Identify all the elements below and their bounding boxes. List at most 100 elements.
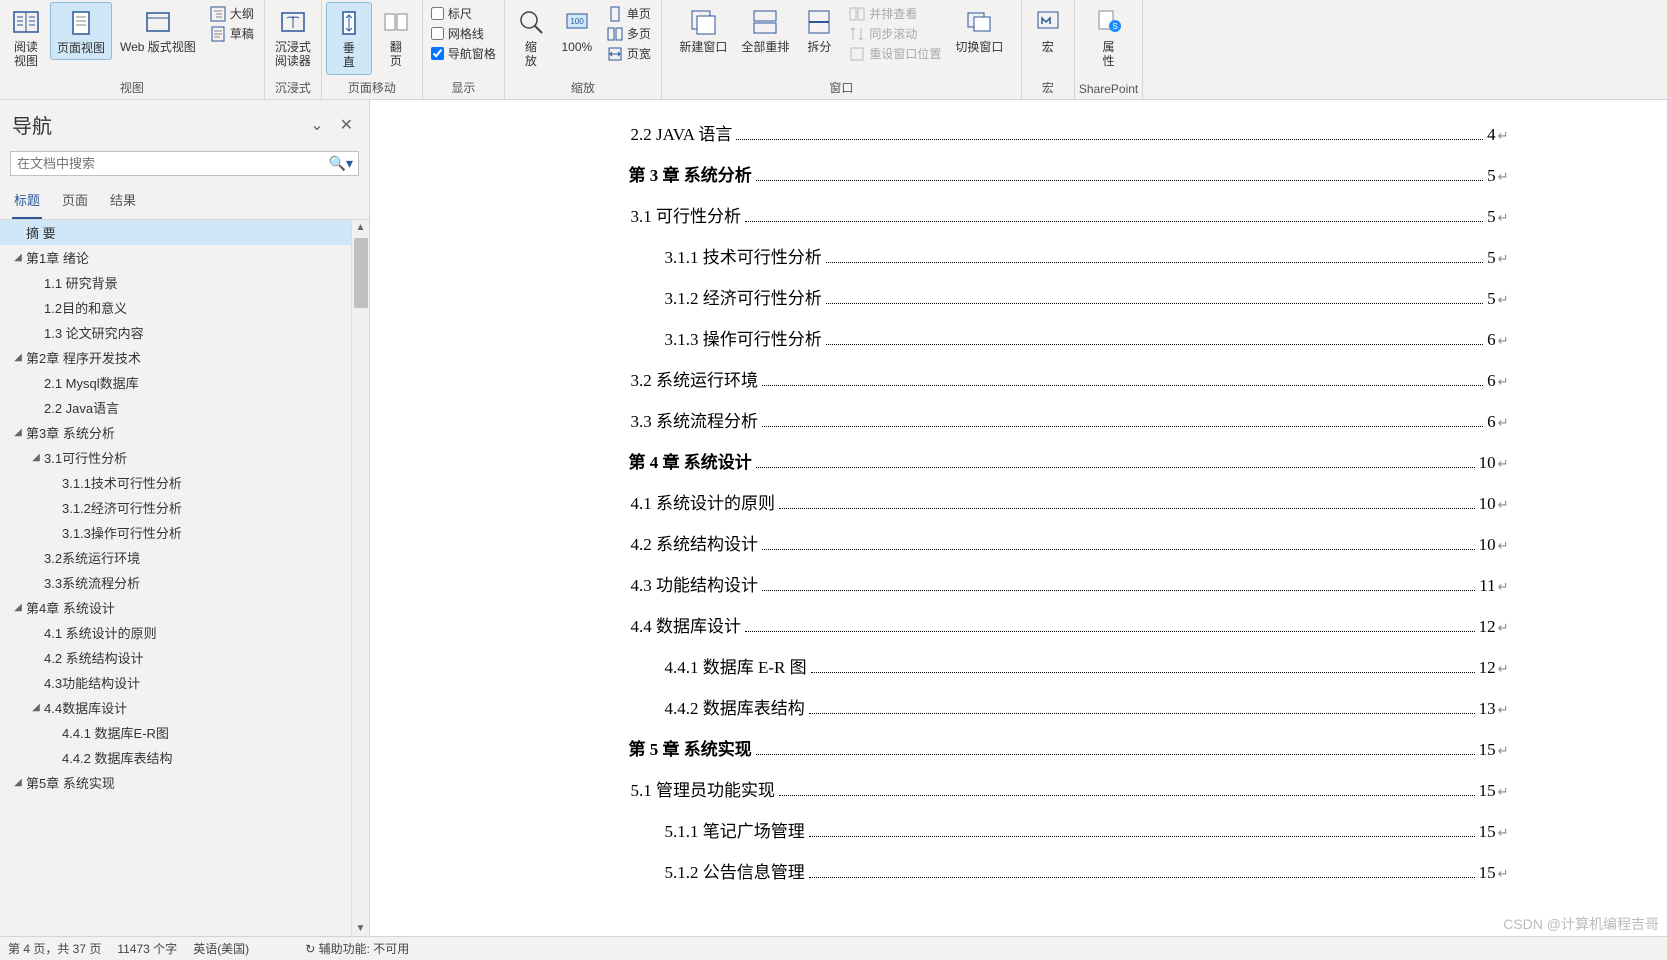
toc-row[interactable]: 2.2 JAVA 语言4↵: [629, 120, 1509, 145]
toc-row[interactable]: 4.4.1 数据库 E-R 图12↵: [629, 653, 1509, 678]
toc-row[interactable]: 4.1 系统设计的原则10↵: [629, 489, 1509, 514]
split-button[interactable]: 拆分: [797, 2, 841, 58]
toc-row[interactable]: 3.1.2 经济可行性分析5↵: [629, 284, 1509, 309]
nav-tree-item[interactable]: 摘 要: [0, 220, 369, 245]
draft-button[interactable]: 草稿: [208, 24, 256, 43]
toc-row[interactable]: 5.1.1 笔记广场管理15↵: [629, 817, 1509, 842]
nav-close-icon[interactable]: ✕: [336, 111, 357, 139]
nav-tree-item[interactable]: 1.2目的和意义: [0, 295, 369, 320]
nav-pane-checkbox[interactable]: 导航窗格: [431, 44, 496, 63]
nav-tree-item[interactable]: ◢第1章 绪论: [0, 245, 369, 270]
toc-row[interactable]: 4.3 功能结构设计11↵: [629, 571, 1509, 596]
status-page[interactable]: 第 4 页，共 37 页: [8, 940, 101, 957]
side-by-side-label: 并排查看: [869, 5, 917, 22]
one-page-button[interactable]: 单页: [605, 4, 653, 23]
multi-page-button[interactable]: 多页: [605, 24, 653, 43]
toc-row[interactable]: 5.1.2 公告信息管理15↵: [629, 858, 1509, 883]
tab-headings[interactable]: 标题: [12, 184, 42, 219]
toc-row[interactable]: 第 4 章 系统设计10↵: [629, 448, 1509, 473]
flip-label: 翻 页: [390, 40, 402, 69]
scroll-down-icon[interactable]: ▼: [354, 921, 368, 936]
nav-tree-item[interactable]: ◢4.4数据库设计: [0, 695, 369, 720]
vertical-button[interactable]: 垂 直: [326, 2, 372, 75]
group-macros-label: 宏: [1026, 77, 1070, 99]
nav-tree-item[interactable]: ◢第3章 系统分析: [0, 420, 369, 445]
tree-caret-icon[interactable]: ◢: [28, 702, 44, 713]
page-view-button[interactable]: 页面视图: [50, 2, 112, 60]
nav-tree-item[interactable]: 2.1 Mysql数据库: [0, 370, 369, 395]
nav-tree-item[interactable]: 4.1 系统设计的原则: [0, 620, 369, 645]
gridlines-checkbox[interactable]: 网格线: [431, 24, 496, 43]
toc-row[interactable]: 4.2 系统结构设计10↵: [629, 530, 1509, 555]
tree-caret-icon[interactable]: ◢: [10, 427, 26, 438]
tree-caret-icon[interactable]: ◢: [10, 777, 26, 788]
nav-tree-item[interactable]: 3.1.3操作可行性分析: [0, 520, 369, 545]
nav-tree-item[interactable]: ◢第2章 程序开发技术: [0, 345, 369, 370]
toc-row[interactable]: 第 3 章 系统分析5↵: [629, 161, 1509, 186]
paragraph-mark-icon: ↵: [1498, 415, 1509, 431]
nav-tree-item[interactable]: 3.2系统运行环境: [0, 545, 369, 570]
reset-pos-button: 重设窗口位置: [847, 44, 943, 63]
web-view-button[interactable]: Web 版式视图: [114, 2, 202, 58]
switch-window-icon: [963, 6, 995, 38]
status-language[interactable]: 英语(美国): [193, 940, 249, 957]
toc-row[interactable]: 3.1.1 技术可行性分析5↵: [629, 243, 1509, 268]
toc-row[interactable]: 5.1 管理员功能实现15↵: [629, 776, 1509, 801]
nav-tree-item[interactable]: ◢第4章 系统设计: [0, 595, 369, 620]
nav-dropdown-icon[interactable]: ⌄: [306, 111, 327, 139]
nav-tree-item[interactable]: 1.1 研究背景: [0, 270, 369, 295]
tree-caret-icon[interactable]: ◢: [10, 352, 26, 363]
flip-button[interactable]: 翻 页: [374, 2, 418, 73]
nav-tree-item[interactable]: 2.2 Java语言: [0, 395, 369, 420]
read-view-button[interactable]: 阅读 视图: [4, 2, 48, 73]
toc-row[interactable]: 4.4 数据库设计12↵: [629, 612, 1509, 637]
tree-caret-icon[interactable]: ◢: [10, 602, 26, 613]
toc-title: 4.4.2 数据库表结构: [665, 694, 805, 719]
paragraph-mark-icon: ↵: [1498, 169, 1509, 185]
scroll-up-icon[interactable]: ▲: [354, 220, 368, 235]
nav-tree-item[interactable]: 3.1.2经济可行性分析: [0, 495, 369, 520]
nav-tree-item[interactable]: ◢3.1可行性分析: [0, 445, 369, 470]
toc-row[interactable]: 3.3 系统流程分析6↵: [629, 407, 1509, 432]
tree-item-label: 3.3系统流程分析: [44, 573, 365, 592]
nav-tree-item[interactable]: 4.4.2 数据库表结构: [0, 745, 369, 770]
toc-row[interactable]: 第 5 章 系统实现15↵: [629, 735, 1509, 760]
scroll-thumb[interactable]: [354, 238, 368, 308]
toc-row[interactable]: 3.2 系统运行环境6↵: [629, 366, 1509, 391]
hundred-button[interactable]: 100 100%: [555, 2, 599, 58]
toc-row[interactable]: 4.4.2 数据库表结构13↵: [629, 694, 1509, 719]
toc-row[interactable]: 3.1 可行性分析5↵: [629, 202, 1509, 227]
ruler-checkbox[interactable]: 标尺: [431, 4, 496, 23]
tree-caret-icon[interactable]: ◢: [28, 452, 44, 463]
nav-tree-item[interactable]: 4.4.1 数据库E-R图: [0, 720, 369, 745]
page-width-button[interactable]: 页宽: [605, 44, 653, 63]
nav-tree-item[interactable]: 4.2 系统结构设计: [0, 645, 369, 670]
tab-results[interactable]: 结果: [108, 184, 138, 219]
nav-tree-item[interactable]: 1.3 论文研究内容: [0, 320, 369, 345]
document-area[interactable]: 2.2 JAVA 语言4↵ 第 3 章 系统分析5↵ 3.1 可行性分析5↵ 3.1.…: [370, 100, 1667, 936]
tab-pages[interactable]: 页面: [60, 184, 90, 219]
nav-scrollbar[interactable]: ▲ ▼: [351, 220, 369, 936]
toc-page-number: 12: [1479, 658, 1496, 678]
zoom-button[interactable]: 缩 放: [509, 2, 553, 73]
nav-tree-item[interactable]: 3.3系统流程分析: [0, 570, 369, 595]
nav-tree-item[interactable]: 3.1.1技术可行性分析: [0, 470, 369, 495]
nav-search-input[interactable]: [10, 151, 359, 176]
nav-tree-item[interactable]: 4.3功能结构设计: [0, 670, 369, 695]
toc-title: 5.1 管理员功能实现: [631, 776, 776, 801]
tree-caret-icon[interactable]: ◢: [10, 252, 26, 263]
immersive-reader-button[interactable]: 沉浸式 阅读器: [269, 2, 317, 73]
search-icon[interactable]: 🔍▾: [329, 155, 353, 172]
status-words[interactable]: 11473 个字: [117, 940, 177, 957]
status-accessibility[interactable]: ↻ 辅助功能: 不可用: [305, 940, 409, 957]
new-window-button[interactable]: 新建窗口: [673, 2, 733, 58]
outline-button[interactable]: 大纲: [208, 4, 256, 23]
properties-button[interactable]: S 属 性: [1087, 2, 1131, 73]
group-immersive-label: 沉浸式: [269, 77, 317, 99]
nav-tree-item[interactable]: ◢第5章 系统实现: [0, 770, 369, 795]
arrange-all-button[interactable]: 全部重排: [735, 2, 795, 58]
switch-window-button[interactable]: 切换窗口: [949, 2, 1009, 58]
toc-page-number: 5: [1487, 289, 1496, 309]
macro-button[interactable]: 宏: [1026, 2, 1070, 58]
toc-row[interactable]: 3.1.3 操作可行性分析6↵: [629, 325, 1509, 350]
